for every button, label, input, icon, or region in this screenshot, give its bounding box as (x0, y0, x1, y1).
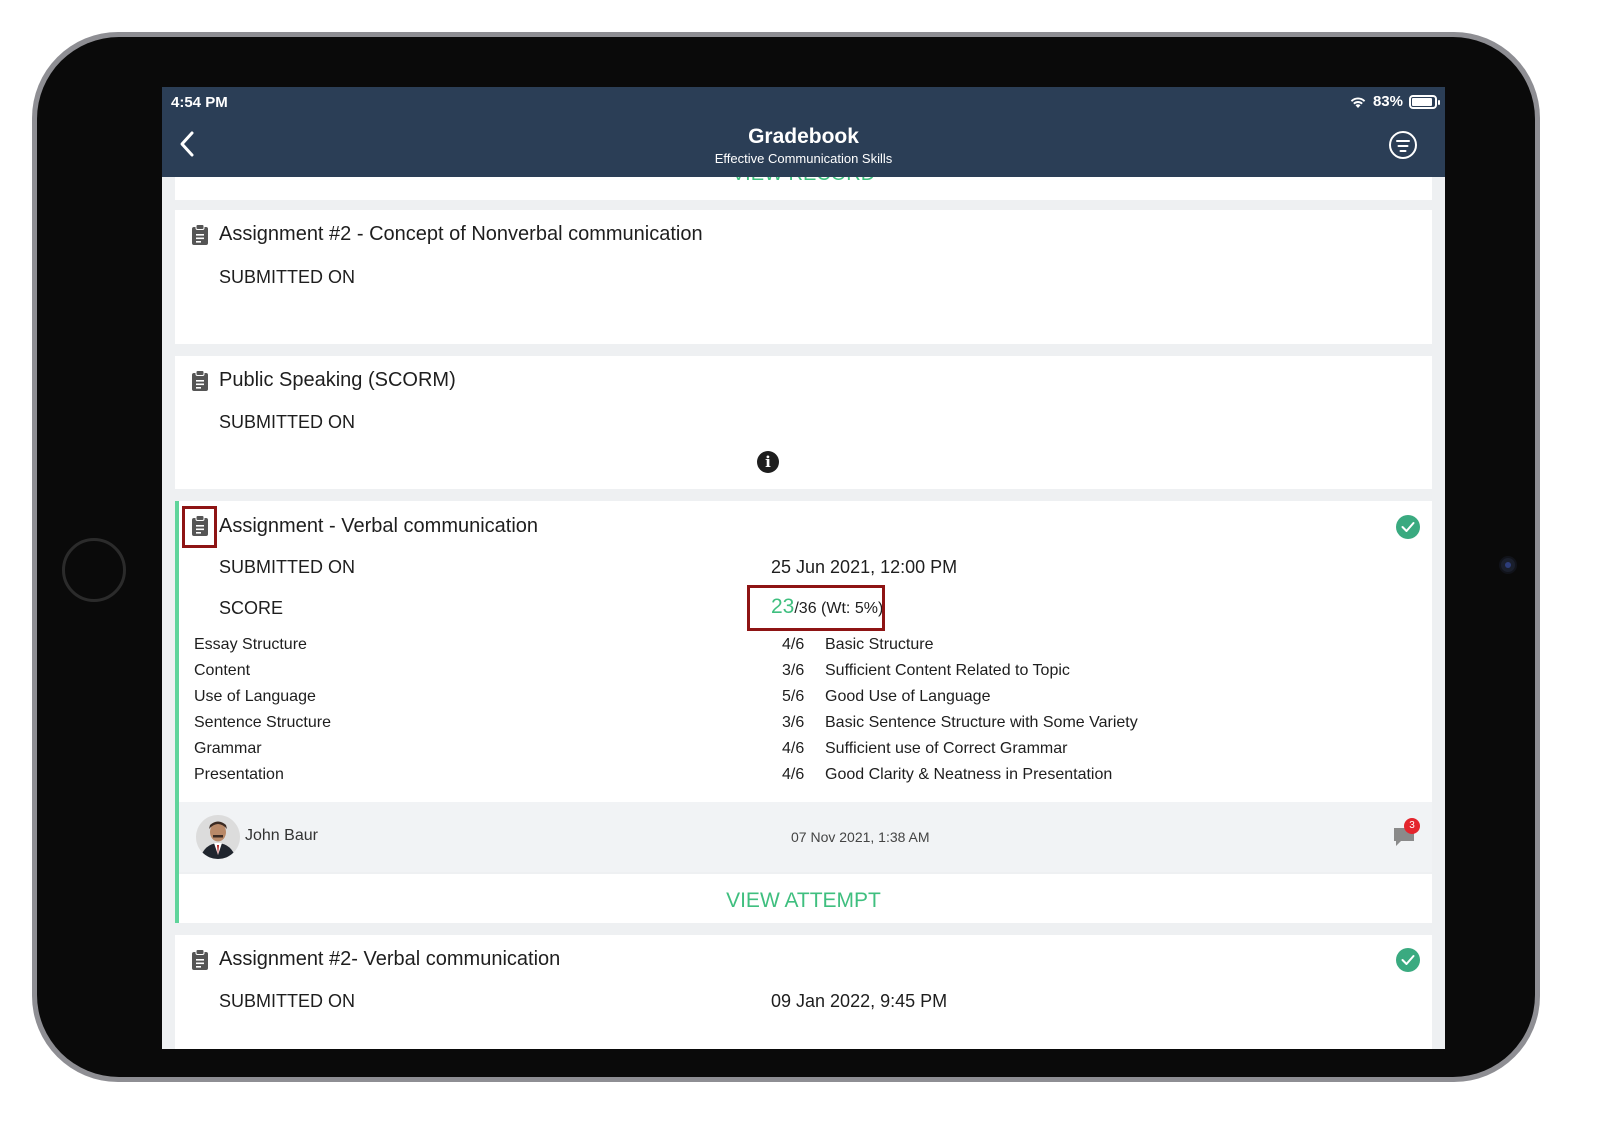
filter-icon[interactable] (1389, 131, 1417, 159)
rubric-row: Use of Language 5/6 Good Use of Language (194, 688, 1432, 710)
grader-name: John Baur (245, 827, 318, 844)
wifi-icon (1350, 96, 1366, 108)
rubric-description: Basic Structure (825, 636, 934, 653)
home-button (62, 538, 126, 602)
comment-count-badge: 3 (1404, 818, 1420, 834)
clipboard-icon (192, 224, 208, 245)
rubric-score: 3/6 (782, 662, 805, 679)
view-attempt-button[interactable]: VIEW ATTEMPT (175, 889, 1432, 913)
battery-icon (1409, 94, 1440, 109)
info-icon[interactable]: i (757, 451, 779, 473)
front-camera (1499, 556, 1517, 574)
grader-info-bar: John Baur 07 Nov 2021, 1:38 AM 3 (179, 802, 1432, 872)
clipboard-icon (192, 949, 208, 970)
rubric-score: 4/6 (782, 766, 805, 783)
assignment-card[interactable]: Public Speaking (SCORM) SUBMITTED ON i (175, 356, 1432, 489)
rubric-row: Presentation 4/6 Good Clarity & Neatness… (194, 766, 1432, 788)
page-subtitle: Effective Communication Skills (714, 151, 893, 166)
assignment-title: Assignment - Verbal communication (219, 515, 539, 537)
rubric-criterion: Presentation (194, 766, 284, 783)
page-title: Gradebook (748, 125, 859, 148)
assignment-card[interactable]: Assignment #2 - Concept of Nonverbal com… (175, 210, 1432, 344)
graded-date: 07 Nov 2021, 1:38 AM (791, 829, 930, 845)
battery-level (1412, 97, 1432, 106)
rubric-criterion: Sentence Structure (194, 714, 331, 731)
status-time: 4:54 PM (171, 94, 228, 111)
rubric-score: 3/6 (782, 714, 805, 731)
submitted-on-label: SUBMITTED ON (219, 412, 356, 432)
assignment-title: Assignment #2- Verbal communication (219, 948, 561, 970)
rubric-description: Good Use of Language (825, 688, 991, 705)
check-circle-icon (1396, 515, 1420, 539)
assignment-card-expanded: Assignment - Verbal communication SUBMIT… (175, 501, 1432, 923)
submitted-on-label: SUBMITTED ON (219, 267, 356, 287)
rubric-description: Sufficient use of Correct Grammar (825, 740, 1068, 757)
score-highlight (747, 585, 885, 631)
rubric-description: Basic Sentence Structure with Some Varie… (825, 714, 1138, 731)
rubric-criterion: Use of Language (194, 688, 316, 705)
submitted-on-label: SUBMITTED ON (219, 991, 356, 1011)
app-screen: 4:54 PM 83% Gradebook Effective Communic… (162, 87, 1445, 1049)
score-label: SCORE (219, 598, 284, 618)
rubric-score: 4/6 (782, 636, 805, 653)
rubric-description: Good Clarity & Neatness in Presentation (825, 766, 1113, 783)
rubric-score: 4/6 (782, 740, 805, 757)
check-circle-icon (1396, 948, 1420, 972)
rubric-row: Grammar 4/6 Sufficient use of Correct Gr… (194, 740, 1432, 762)
clipboard-icon (192, 370, 208, 391)
rubric-score: 5/6 (782, 688, 805, 705)
rubric-row: Essay Structure 4/6 Basic Structure (194, 636, 1432, 658)
submitted-on-value: 25 Jun 2021, 12:00 PM (771, 557, 958, 577)
divider (179, 872, 1432, 874)
submitted-on-label: SUBMITTED ON (219, 557, 356, 577)
submitted-on-value: 09 Jan 2022, 9:45 PM (771, 991, 948, 1011)
avatar (196, 815, 240, 859)
battery-percent: 83% (1372, 93, 1403, 110)
assignment-title: Public Speaking (SCORM) (219, 369, 456, 391)
rubric-criterion: Grammar (194, 740, 262, 757)
rubric-description: Sufficient Content Related to Topic (825, 662, 1070, 679)
rubric-criterion: Essay Structure (194, 636, 307, 653)
gradebook-list: VIEW RECORD Assignment #2 - Concept of N… (162, 163, 1445, 1049)
assignment-title: Assignment #2 - Concept of Nonverbal com… (219, 223, 703, 245)
rubric-row: Sentence Structure 3/6 Basic Sentence St… (194, 714, 1432, 736)
rubric-row: Content 3/6 Sufficient Content Related t… (194, 662, 1432, 684)
navigation-header: 4:54 PM 83% Gradebook Effective Communic… (162, 87, 1445, 177)
clipboard-icon-highlight (182, 506, 217, 548)
rubric-criterion: Content (194, 662, 251, 679)
assignment-card[interactable]: Assignment #2- Verbal communication SUBM… (175, 935, 1432, 1049)
status-right: 83% (1349, 93, 1440, 110)
